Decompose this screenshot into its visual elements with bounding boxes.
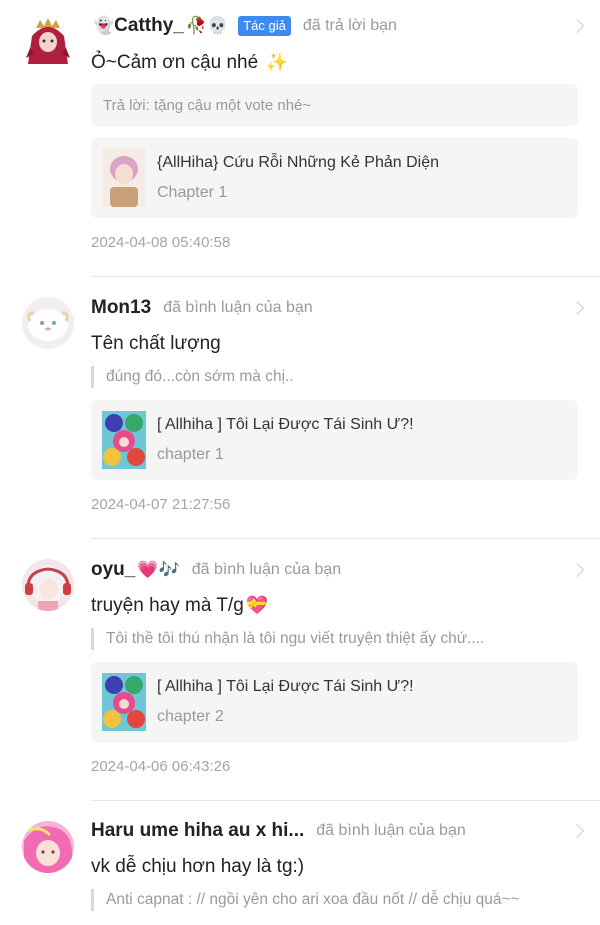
story-title[interactable]: {AllHiha} Cứu Rỗi Những Kẻ Phản Diện [157,154,439,172]
quoted-comment: Anti capnat : // ngồi yên cho ari xoa đầ… [91,889,578,911]
chapter-label: Chapter 1 [157,184,228,201]
ghost-icon: 👻 [93,16,115,36]
story-cover [102,149,146,207]
action-text: đã trả lời bạn [302,17,397,34]
message-body: truyện hay mà T/g [91,595,244,616]
quote-text: Trả lời: tặng cậu một vote nhé~ [103,96,312,114]
message-text: vk dễ chịu hơn hay là tg:) [91,856,305,877]
timestamp: 2024-04-06 06:43:26 [91,758,231,775]
notification-feed: 👻 Catthy_ 🥀💀 Tác giả đã trả lời bạn Ỏ~Cả… [0,0,600,925]
heart-gift-icon: 💝 [245,595,269,616]
avatar[interactable] [22,14,74,66]
quoted-comment: đúng đó...còn sớm mà chị.. [91,366,578,388]
action-text: đã bình luận của bạn [191,561,342,578]
quoted-comment: Tôi thề tôi thú nhận là tôi ngu viết tru… [91,628,578,650]
story-title[interactable]: [ Allhiha ] Tôi Lại Được Tái Sinh Ư?! [157,416,414,434]
username[interactable]: Mon13 [91,297,151,319]
message-text: truyện hay mà T/g 💝 [91,595,268,617]
avatar[interactable] [22,559,74,611]
action-text: đã bình luận của bạn [163,299,313,316]
message-body: Ỏ~Cảm ơn cậu nhé [91,52,259,73]
author-badge: Tác giả [238,16,291,36]
heart-music-icon: 💗🎶 [137,560,180,580]
sparkles-icon: ✨ [265,52,288,73]
action-text: đã bình luận của bạn [316,822,466,839]
username[interactable]: Catthy_ [114,15,184,37]
username[interactable]: Haru ume hiha au x hi... [91,820,304,842]
story-cover [102,411,146,469]
avatar[interactable] [22,821,74,873]
story-card[interactable]: [ Allhiha ] Tôi Lại Được Tái Sinh Ư?! ch… [91,400,578,480]
chapter-label: chapter 1 [157,446,224,463]
notification-item[interactable]: Mon13 đã bình luận của bạn Tên chất lượn… [0,277,600,539]
avatar[interactable] [22,297,74,349]
story-card[interactable]: {AllHiha} Cứu Rỗi Những Kẻ Phản Diện Cha… [91,138,578,218]
notification-item[interactable]: Haru ume hiha au x hi... đã bình luận củ… [0,801,600,925]
message-text: Ỏ~Cảm ơn cậu nhé ✨ [91,52,288,74]
notification-item[interactable]: oyu_ 💗🎶 đã bình luận của bạn truyện hay … [0,539,600,801]
quoted-reply: Trả lời: tặng cậu một vote nhé~ [91,84,578,126]
story-cover [102,673,146,731]
story-title[interactable]: [ Allhiha ] Tôi Lại Được Tái Sinh Ư?! [157,678,414,696]
username[interactable]: oyu_ [91,559,135,581]
notification-item[interactable]: 👻 Catthy_ 🥀💀 Tác giả đã trả lời bạn Ỏ~Cả… [0,0,600,277]
timestamp: 2024-04-08 05:40:58 [91,234,231,251]
message-text: Tên chất lượng [91,333,221,354]
timestamp: 2024-04-07 21:27:56 [91,496,231,513]
rose-skull-icon: 🥀💀 [185,16,229,36]
story-card[interactable]: [ Allhiha ] Tôi Lại Được Tái Sinh Ư?! ch… [91,662,578,742]
chapter-label: chapter 2 [157,708,224,725]
